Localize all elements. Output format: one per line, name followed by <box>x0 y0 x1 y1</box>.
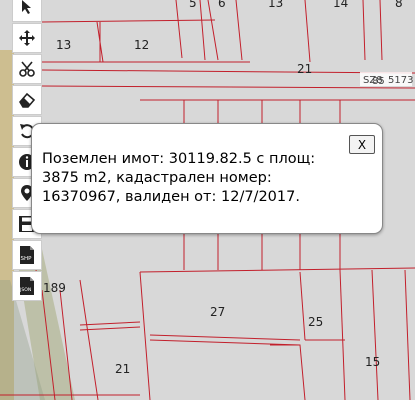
plot-label: 21 <box>115 362 130 376</box>
plot-label: 15 <box>365 355 380 369</box>
shp-file-icon: SHP <box>20 246 34 264</box>
export-json-button[interactable]: JSON <box>12 271 42 301</box>
plot-label: 12 <box>134 38 149 52</box>
move-tool-button[interactable] <box>12 23 42 53</box>
svg-text:SHP: SHP <box>21 256 33 262</box>
cursor-tool-button[interactable] <box>12 0 42 22</box>
scissors-tool-button[interactable] <box>12 54 42 84</box>
export-shp-button[interactable]: SHP <box>12 240 42 270</box>
scissors-icon <box>19 61 35 77</box>
plot-label: 189 <box>43 281 66 295</box>
plot-label: 13 <box>268 0 283 10</box>
plot-label: 21 <box>297 62 312 76</box>
road-label: 85 <box>372 76 385 87</box>
close-button[interactable]: X <box>349 135 375 154</box>
plot-label: 25 <box>308 315 323 329</box>
plot-label: 6 <box>218 0 226 10</box>
parcel-info-text: Поземлен имот: 30119.82.5 с площ: 3875 m… <box>42 151 316 205</box>
road-labels: SZ8 5173 85 <box>360 72 413 87</box>
cursor-icon <box>22 0 31 14</box>
plot-label: 8 <box>395 0 403 10</box>
eraser-icon <box>19 92 36 108</box>
plot-label: 27 <box>210 305 225 319</box>
parcel-info-popup: X Поземлен имот: 30119.82.5 с площ: 3875… <box>31 123 383 234</box>
road-label: 5173 <box>388 75 413 86</box>
plot-label: 5 <box>189 0 197 10</box>
eraser-tool-button[interactable] <box>12 85 42 115</box>
json-file-icon: JSON <box>19 277 34 295</box>
plot-label: 13 <box>56 38 71 52</box>
plot-label: 14 <box>333 0 348 10</box>
move-icon <box>19 30 35 46</box>
svg-text:JSON: JSON <box>19 287 31 293</box>
